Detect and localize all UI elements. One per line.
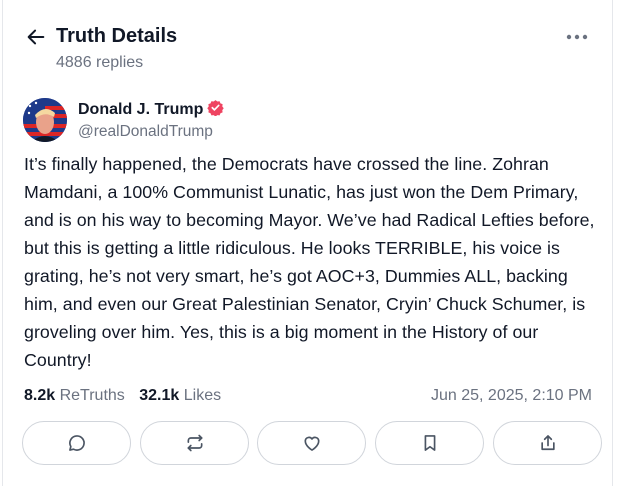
like-button[interactable] — [257, 421, 366, 465]
share-button[interactable] — [493, 421, 602, 465]
likes-count: 32.1k — [139, 387, 180, 404]
author-name-text: Donald J. Trump — [78, 101, 204, 118]
post-detail-card: Truth Details 4886 replies Donald J. Tru — [2, 0, 613, 486]
retruths-stat[interactable]: 8.2k ReTruths — [24, 385, 125, 407]
retruths-label: ReTruths — [59, 387, 125, 404]
reply-icon — [68, 435, 85, 451]
replies-count: 4886 replies — [56, 54, 144, 71]
post-stats: 8.2k ReTruths 32.1k Likes Jun 25, 2025, … — [24, 385, 592, 407]
bookmark-button[interactable] — [375, 421, 484, 465]
action-bar — [22, 421, 602, 467]
back-button[interactable] — [25, 26, 47, 48]
post-author: Donald J. Trump @realDonaldTrump — [23, 98, 592, 144]
retruth-button[interactable] — [140, 421, 249, 465]
likes-stat[interactable]: 32.1k Likes — [139, 385, 221, 407]
verified-badge-icon — [207, 100, 225, 116]
more-options-button[interactable] — [564, 28, 590, 46]
author-name[interactable]: Donald J. Trump — [78, 99, 225, 120]
likes-label: Likes — [183, 387, 222, 404]
share-icon — [540, 435, 555, 451]
reply-button[interactable] — [22, 421, 131, 465]
post-body: It’s finally happened, the Democrats hav… — [24, 154, 595, 370]
page-header: Truth Details 4886 replies — [25, 24, 590, 74]
arrow-left-icon — [27, 29, 45, 45]
post-timestamp: Jun 25, 2025, 2:10 PM — [431, 387, 592, 404]
author-handle[interactable]: @realDonaldTrump — [78, 122, 213, 142]
like-icon — [304, 436, 319, 451]
retruth-icon — [187, 434, 202, 452]
avatar[interactable] — [23, 98, 67, 142]
bookmark-icon — [424, 435, 435, 451]
retruths-count: 8.2k — [24, 387, 56, 404]
avatar-image — [23, 98, 67, 142]
page-title: Truth Details — [56, 25, 178, 47]
more-horizontal-icon — [566, 34, 588, 40]
